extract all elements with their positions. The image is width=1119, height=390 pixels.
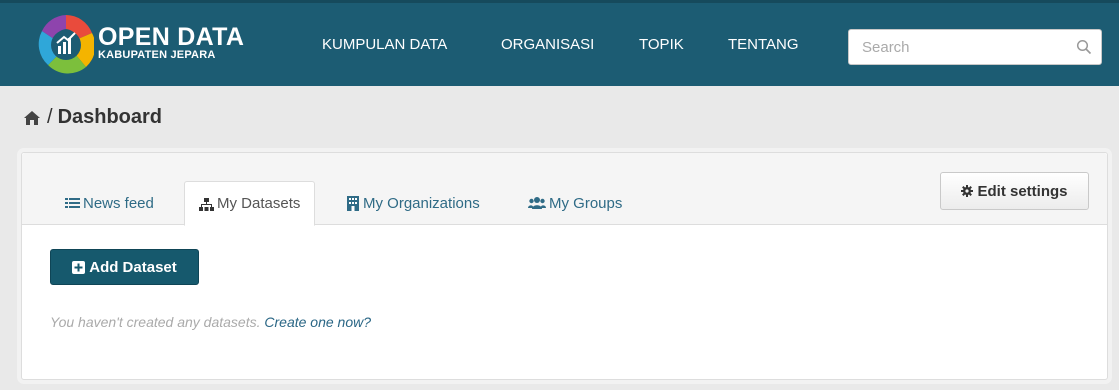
sitemap-icon xyxy=(199,197,214,211)
top-navbar: OPEN DATA KABUPATEN JEPARA KUMPULAN DATA… xyxy=(0,0,1119,86)
nav-item-kumpulan-data[interactable]: KUMPULAN DATA xyxy=(322,36,447,53)
add-dataset-button[interactable]: Add Dataset xyxy=(50,249,199,285)
tab-my-datasets[interactable]: My Datasets xyxy=(184,181,316,226)
search-box xyxy=(848,29,1102,65)
tab-label: News feed xyxy=(83,194,154,212)
edit-settings-label: Edit settings xyxy=(977,182,1068,200)
search-icon[interactable] xyxy=(1076,39,1092,55)
gear-icon xyxy=(961,185,974,197)
building-icon xyxy=(347,195,359,211)
nav-item-tentang[interactable]: TENTANG xyxy=(728,36,799,53)
dashboard-panel: News feed My Datasets My Organizations M… xyxy=(21,152,1108,380)
open-data-logo-icon[interactable] xyxy=(38,13,94,77)
tab-news-feed[interactable]: News feed xyxy=(55,181,164,225)
plus-square-icon xyxy=(72,260,86,274)
breadcrumb-current: Dashboard xyxy=(57,106,163,128)
tab-label: My Groups xyxy=(549,194,623,212)
tab-my-organizations[interactable]: My Organizations xyxy=(340,181,486,225)
add-dataset-label: Add Dataset xyxy=(89,258,177,276)
tab-my-groups[interactable]: My Groups xyxy=(522,181,628,225)
empty-datasets-message: You haven't created any datasets. Create… xyxy=(50,314,371,330)
search-input[interactable] xyxy=(849,30,1069,64)
site-logo-text[interactable]: OPEN DATA KABUPATEN JEPARA xyxy=(98,23,245,62)
list-icon xyxy=(65,197,80,208)
nav-item-topik[interactable]: TOPIK xyxy=(639,36,684,53)
users-icon xyxy=(528,197,546,209)
nav-item-organisasi[interactable]: ORGANISASI xyxy=(501,36,594,53)
home-icon[interactable] xyxy=(23,109,41,127)
logo-title: OPEN DATA xyxy=(98,23,245,51)
breadcrumb: / Dashboard xyxy=(23,106,162,129)
breadcrumb-separator: / xyxy=(47,106,53,128)
tab-label: My Datasets xyxy=(217,195,301,212)
tab-label: My Organizations xyxy=(363,194,480,212)
create-dataset-link[interactable]: Create one now? xyxy=(264,314,371,330)
panel-header: News feed My Datasets My Organizations M… xyxy=(22,153,1107,226)
edit-settings-button[interactable]: Edit settings xyxy=(940,172,1089,210)
empty-message-text: You haven't created any datasets. xyxy=(50,314,261,330)
